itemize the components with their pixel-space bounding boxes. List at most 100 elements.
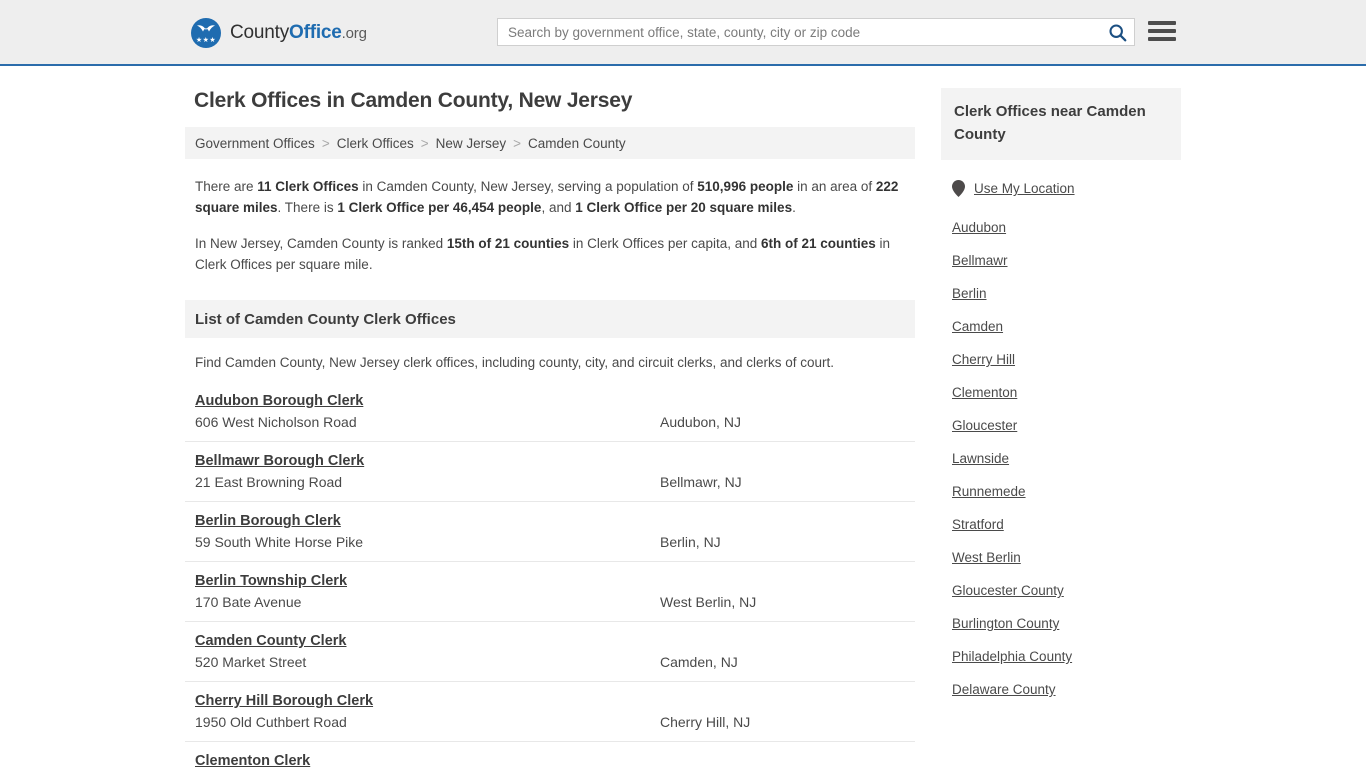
nearby-link[interactable]: Gloucester bbox=[952, 408, 1017, 441]
search-button[interactable] bbox=[1100, 19, 1134, 45]
stat1-text: There are bbox=[195, 179, 258, 194]
hamburger-bar-1 bbox=[1148, 21, 1176, 25]
sidebar-heading: Clerk Offices near Camden County bbox=[941, 88, 1181, 160]
office-list: Audubon Borough Clerk 606 West Nicholson … bbox=[185, 382, 915, 768]
logo-text-county: County bbox=[230, 22, 290, 43]
nearby-link[interactable]: Audubon bbox=[952, 210, 1006, 243]
page-body: Clerk Offices in Camden County, New Jers… bbox=[0, 66, 1366, 768]
office-row: Berlin Borough Clerk 59 South White Horse… bbox=[185, 502, 915, 562]
nearby-links-list: Audubon Bellmawr Berlin Camden Cherry Hill Cl… bbox=[941, 210, 1181, 705]
stat1-highlight: 11 Clerk Offices bbox=[257, 179, 359, 194]
office-address: 1950 Old Cuthbert Road bbox=[195, 714, 347, 730]
nearby-link[interactable]: Gloucester County bbox=[952, 573, 1064, 606]
hamburger-menu-button[interactable] bbox=[1148, 18, 1176, 44]
office-row: Camden County Clerk 520 Market Street Camd… bbox=[185, 622, 915, 682]
office-address: 520 Market Street bbox=[195, 654, 307, 670]
site-header: ★★★ CountyOffice.org bbox=[0, 0, 1366, 66]
statistics-paragraph-2: In New Jersey, Camden County is ranked 1… bbox=[195, 233, 907, 275]
nearby-link[interactable]: Philadelphia County bbox=[952, 639, 1072, 672]
nearby-link[interactable]: West Berlin bbox=[952, 540, 1021, 573]
stat1-highlight: 510,996 people bbox=[697, 179, 794, 194]
office-row: Berlin Township Clerk 170 Bate Avenue West… bbox=[185, 562, 915, 622]
breadcrumb-item[interactable]: Government Offices bbox=[195, 136, 315, 151]
office-name-link[interactable]: Berlin Township Clerk bbox=[195, 573, 347, 589]
logo-text-tld: .org bbox=[341, 25, 367, 42]
stat2-highlight: 15th of 21 counties bbox=[446, 236, 570, 251]
breadcrumb-item[interactable]: Clerk Offices bbox=[337, 136, 414, 151]
breadcrumb: Government Offices > Clerk Offices > New Jer… bbox=[185, 127, 915, 159]
nearby-link[interactable]: Runnemede bbox=[952, 474, 1026, 507]
office-city-state: Cherry Hill, NJ bbox=[660, 714, 751, 730]
office-name-link[interactable]: Camden County Clerk bbox=[195, 633, 346, 649]
office-name-link[interactable]: Audubon Borough Clerk bbox=[195, 393, 363, 409]
breadcrumb-separator: > bbox=[513, 135, 522, 151]
stat2-highlight: 6th of 21 counties bbox=[760, 236, 876, 251]
page-title: Clerk Offices in Camden County, New Jers… bbox=[194, 89, 633, 112]
nearby-link[interactable]: Clementon bbox=[952, 375, 1017, 408]
breadcrumb-item[interactable]: New Jersey bbox=[436, 136, 507, 151]
office-city-state: Camden, NJ bbox=[660, 654, 738, 670]
office-meta: 606 West Nicholson Road Audubon, NJ bbox=[195, 414, 905, 430]
statistics-paragraph-1: There are 11 Clerk Offices in Camden Cou… bbox=[195, 176, 907, 218]
search-icon bbox=[1108, 23, 1126, 41]
hamburger-bar-3 bbox=[1148, 37, 1176, 41]
nearby-link[interactable]: Berlin bbox=[952, 276, 987, 309]
office-city-state: Berlin, NJ bbox=[660, 534, 721, 550]
stat2-text: In New Jersey, Camden County is ranked bbox=[195, 236, 447, 251]
site-logo-text: CountyOffice.org bbox=[230, 22, 367, 44]
logo-text-office: Office bbox=[289, 22, 342, 43]
stat1-highlight: 1 Clerk Office per 20 square miles bbox=[575, 200, 793, 215]
nearby-link[interactable]: Stratford bbox=[952, 507, 1004, 540]
office-meta: 21 East Browning Road Bellmawr, NJ bbox=[195, 474, 905, 490]
stat1-text: in an area of bbox=[793, 179, 876, 194]
list-section-subtext: Find Camden County, New Jersey clerk off… bbox=[195, 355, 835, 370]
breadcrumb-separator: > bbox=[321, 135, 330, 151]
nearby-link[interactable]: Camden bbox=[952, 309, 1003, 342]
list-section-heading: List of Camden County Clerk Offices bbox=[185, 300, 915, 338]
search-input[interactable] bbox=[498, 19, 1100, 45]
use-my-location-label: Use My Location bbox=[974, 181, 1075, 196]
stat1-text: . There is bbox=[277, 200, 338, 215]
office-meta: 520 Market Street Camden, NJ bbox=[195, 654, 905, 670]
stat2-text: in Clerk Offices per capita, and bbox=[569, 236, 761, 251]
stat1-text: in Camden County, New Jersey, serving a … bbox=[358, 179, 698, 194]
office-city-state: Audubon, NJ bbox=[660, 414, 741, 430]
office-address: 170 Bate Avenue bbox=[195, 594, 302, 610]
office-name-link[interactable]: Clementon Clerk bbox=[195, 753, 310, 768]
office-meta: 170 Bate Avenue West Berlin, NJ bbox=[195, 594, 905, 610]
office-meta: 59 South White Horse Pike Berlin, NJ bbox=[195, 534, 905, 550]
office-row: Cherry Hill Borough Clerk 1950 Old Cuthbe… bbox=[185, 682, 915, 742]
main-column: Clerk Offices in Camden County, New Jers… bbox=[185, 66, 915, 768]
nearby-link[interactable]: Cherry Hill bbox=[952, 342, 1015, 375]
nearby-link[interactable]: Delaware County bbox=[952, 672, 1056, 705]
eagle-wing-icon bbox=[197, 25, 215, 32]
map-pin-icon bbox=[952, 180, 965, 197]
stat1-text: . bbox=[792, 200, 796, 215]
stat1-text: , and bbox=[541, 200, 576, 215]
office-address: 606 West Nicholson Road bbox=[195, 414, 357, 430]
office-city-state: Bellmawr, NJ bbox=[660, 474, 742, 490]
office-row: Clementon Clerk bbox=[185, 742, 915, 768]
office-address: 59 South White Horse Pike bbox=[195, 534, 364, 550]
breadcrumb-separator: > bbox=[420, 135, 429, 151]
sidebar: Clerk Offices near Camden County Use My … bbox=[941, 66, 1181, 705]
county-office-logo-icon: ★★★ bbox=[191, 18, 221, 48]
office-meta: 1950 Old Cuthbert Road Cherry Hill, NJ bbox=[195, 714, 905, 730]
use-my-location-item[interactable]: Use My Location bbox=[952, 180, 1181, 197]
nearby-link[interactable]: Lawnside bbox=[952, 441, 1009, 474]
office-row: Audubon Borough Clerk 606 West Nicholson … bbox=[185, 382, 915, 442]
search-bar bbox=[497, 18, 1135, 46]
office-name-link[interactable]: Berlin Borough Clerk bbox=[195, 513, 341, 529]
hamburger-bar-2 bbox=[1148, 29, 1176, 33]
office-address: 21 East Browning Road bbox=[195, 474, 343, 490]
content-container: Clerk Offices in Camden County, New Jers… bbox=[185, 66, 1181, 768]
site-logo[interactable]: ★★★ CountyOffice.org bbox=[191, 17, 367, 49]
nearby-link[interactable]: Burlington County bbox=[952, 606, 1059, 639]
breadcrumb-item[interactable]: Camden County bbox=[528, 136, 626, 151]
office-row: Bellmawr Borough Clerk 21 East Browning R… bbox=[185, 442, 915, 502]
office-name-link[interactable]: Bellmawr Borough Clerk bbox=[195, 453, 364, 469]
nearby-link[interactable]: Bellmawr bbox=[952, 243, 1008, 276]
three-stars-icon: ★★★ bbox=[195, 37, 217, 44]
office-name-link[interactable]: Cherry Hill Borough Clerk bbox=[195, 693, 373, 709]
office-city-state: West Berlin, NJ bbox=[660, 594, 757, 610]
